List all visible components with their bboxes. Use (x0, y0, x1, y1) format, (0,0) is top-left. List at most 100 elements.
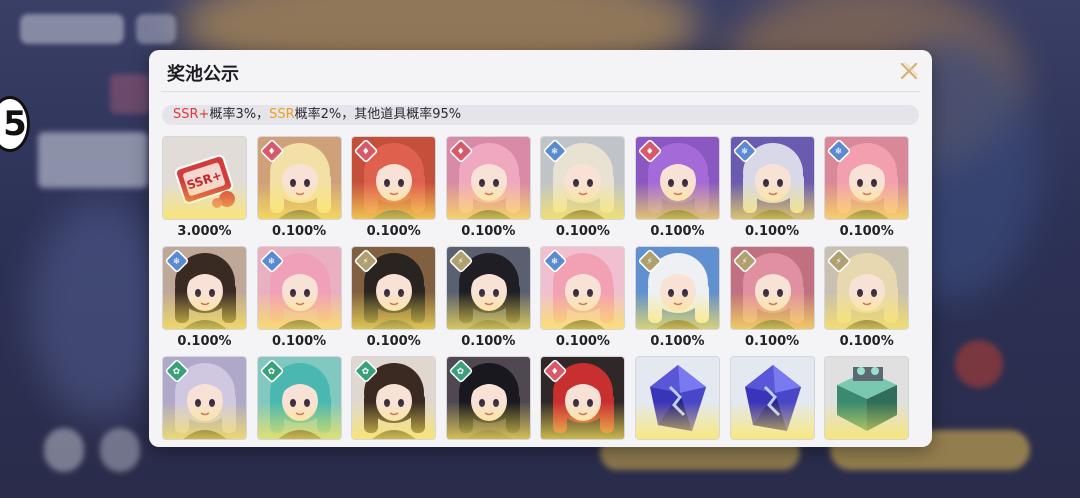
reward-card[interactable]: ✿ (162, 356, 247, 440)
rarity-glow (446, 402, 530, 439)
reward-card[interactable]: ✿ (256, 356, 342, 440)
reward-probability: 0.100% (650, 334, 705, 349)
reward-item-goggles-girl[interactable]: ⚡ 0.100% (729, 246, 815, 349)
reward-item-black-white-hair-girl[interactable]: ⚡ 0.100% (445, 246, 531, 349)
reward-card[interactable]: ♦ (351, 136, 437, 220)
rarity-glow (825, 182, 909, 219)
reward-item-pink-bunny-girl[interactable]: ❄ 0.100% (540, 246, 626, 349)
reward-item-brown-hair-flower[interactable]: ✿ (351, 356, 437, 440)
reward-item-red-hair-cap[interactable]: ♦ (540, 356, 626, 440)
reward-probability: 0.100% (555, 224, 610, 239)
reward-item-dark-haired-gold-armor[interactable]: ⚡ 0.100% (351, 246, 437, 349)
rarity-glow (257, 402, 341, 439)
reward-card[interactable] (824, 356, 910, 440)
reward-card[interactable]: ⚡ (445, 246, 531, 330)
rarity-glow (352, 182, 436, 219)
reward-card[interactable]: ⚡ (635, 246, 720, 330)
rate-info-bar: SSR+概率3%，SSR概率2%，其他道具概率95% (162, 105, 919, 125)
rarity-glow (636, 292, 719, 329)
reward-item-red-haired-girl[interactable]: ♦ 0.100% (351, 136, 437, 239)
reward-card[interactable]: ♦ (540, 356, 626, 440)
reward-card[interactable]: ❄ (540, 246, 626, 330)
rarity-glow (163, 292, 246, 329)
reward-probability: 0.100% (555, 334, 610, 349)
reward-card[interactable]: ✿ (445, 356, 531, 440)
reward-item-white-haired-masked[interactable]: ❄ 0.100% (729, 136, 815, 239)
rarity-glow (352, 402, 436, 439)
reward-item-pink-haired-maid[interactable]: ❄ 0.100% (256, 246, 342, 349)
reward-item-blonde-swordswoman[interactable]: ♦ 0.100% (256, 136, 342, 239)
reward-item-purple-crystal-1[interactable] (635, 356, 720, 440)
rarity-glow (825, 402, 909, 439)
reward-item-pink-haired-girl[interactable]: ♦ 0.100% (445, 136, 531, 239)
side-number-badge: 5 (0, 96, 30, 152)
reward-item-purple-twintails[interactable]: ♦ 0.100% (635, 136, 720, 239)
reward-probability: 0.100% (745, 334, 800, 349)
reward-pool-panel: 奖池公示 SSR+概率3%，SSR概率2%，其他道具概率95% SSR+ 3.0… (149, 50, 932, 447)
reward-item-silver-haired-girl[interactable]: ❄ 0.100% (540, 136, 626, 239)
reward-card[interactable]: ❄ (540, 136, 626, 220)
rarity-glow (257, 182, 341, 219)
reward-probability: 0.100% (839, 224, 894, 239)
rarity-glow (163, 402, 246, 439)
ssr-plus-label: SSR+ (173, 107, 210, 122)
rarity-glow (730, 182, 814, 219)
reward-card[interactable]: ⚡ (351, 246, 437, 330)
reward-card[interactable]: ⚡ (824, 246, 910, 330)
background-chip (136, 14, 176, 44)
reward-probability: 0.100% (272, 334, 327, 349)
background-card (110, 74, 150, 114)
reward-card[interactable]: ♦ (445, 136, 531, 220)
rarity-glow (446, 292, 530, 329)
rarity-glow (446, 182, 530, 219)
reward-item-green-material-box[interactable] (824, 356, 910, 440)
rarity-glow (163, 182, 246, 219)
reward-card[interactable]: ⚡ (729, 246, 815, 330)
reward-probability: 3.000% (177, 224, 232, 239)
reward-card[interactable]: ❄ (729, 136, 815, 220)
reward-probability: 0.100% (745, 224, 800, 239)
rarity-glow (636, 402, 719, 439)
rarity-glow (825, 292, 909, 329)
close-x-icon (900, 62, 918, 80)
reward-probability: 0.100% (839, 334, 894, 349)
reward-probability: 0.100% (366, 224, 421, 239)
reward-item-ssr-plus-ticket[interactable]: SSR+ 3.000% (162, 136, 247, 239)
rarity-glow (352, 292, 436, 329)
others-rate: 其他道具概率95% (354, 107, 462, 122)
ssr-plus-rate: 概率3%， (209, 107, 270, 122)
reward-card[interactable]: ✿ (351, 356, 437, 440)
reward-probability: 0.100% (461, 334, 516, 349)
reward-card[interactable]: ❄ (256, 246, 342, 330)
reward-item-purple-crystal-2[interactable] (729, 356, 815, 440)
rarity-glow (541, 182, 625, 219)
background-card (38, 132, 148, 188)
reward-card[interactable]: ❄ (824, 136, 910, 220)
reward-item-crowned-blonde[interactable]: ⚡ 0.100% (824, 246, 910, 349)
ssr-label: SSR (269, 107, 295, 122)
rarity-glow (257, 292, 341, 329)
ssr-rate: 概率2%， (294, 107, 355, 122)
reward-probability: 0.100% (177, 334, 232, 349)
reward-item-glasses-girl[interactable]: ❄ 0.100% (162, 246, 247, 349)
rarity-glow (730, 292, 814, 329)
rarity-glow (636, 182, 719, 219)
reward-item-lavender-hair-girl[interactable]: ✿ (162, 356, 247, 440)
rarity-glow (541, 292, 625, 329)
reward-item-black-hair-horns[interactable]: ✿ (445, 356, 531, 440)
reward-item-teal-hair-girl[interactable]: ✿ (256, 356, 342, 440)
reward-probability: 0.100% (650, 224, 705, 239)
panel-title: 奖池公示 (167, 64, 239, 85)
reward-probability: 0.100% (272, 224, 327, 239)
reward-card[interactable]: ♦ (256, 136, 342, 220)
reward-card[interactable]: SSR+ (162, 136, 247, 220)
reward-item-white-haired-blue[interactable]: ⚡ 0.100% (635, 246, 720, 349)
reward-card[interactable]: ❄ (162, 246, 247, 330)
reward-item-pink-haired-wink[interactable]: ❄ 0.100% (824, 136, 910, 239)
reward-card[interactable] (729, 356, 815, 440)
close-button[interactable] (896, 58, 922, 84)
reward-card[interactable] (635, 356, 720, 440)
rarity-glow (541, 402, 625, 439)
reward-probability: 0.100% (461, 224, 516, 239)
reward-card[interactable]: ♦ (635, 136, 720, 220)
